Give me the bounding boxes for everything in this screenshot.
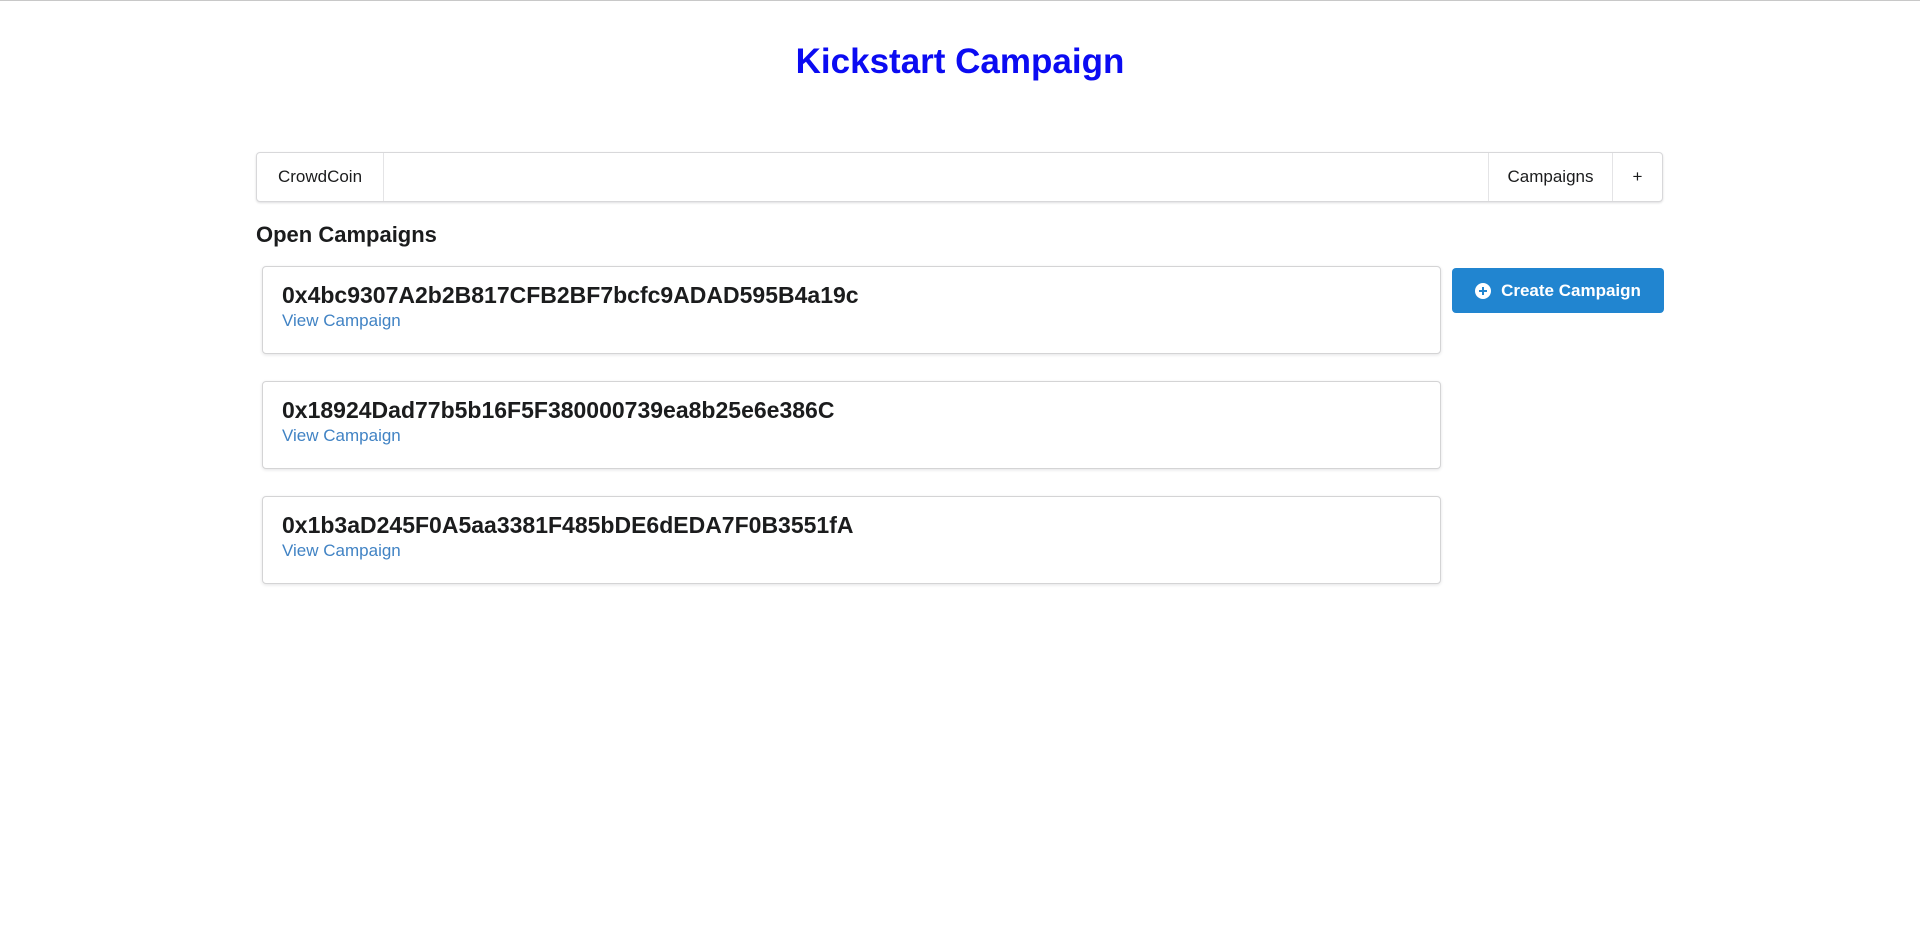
menu-item-add[interactable]: + bbox=[1612, 153, 1662, 201]
view-campaign-link[interactable]: View Campaign bbox=[282, 424, 401, 448]
campaign-card: 0x1b3aD245F0A5aa3381F485bDE6dEDA7F0B3551… bbox=[262, 496, 1441, 584]
campaign-list: 0x4bc9307A2b2B817CFB2BF7bcfc9ADAD595B4a1… bbox=[262, 266, 1441, 611]
top-border bbox=[0, 0, 1920, 1]
campaign-card: 0x18924Dad77b5b16F5F380000739ea8b25e6e38… bbox=[262, 381, 1441, 469]
campaign-address: 0x4bc9307A2b2B817CFB2BF7bcfc9ADAD595B4a1… bbox=[282, 282, 859, 308]
top-menu: CrowdCoin Campaigns + bbox=[256, 152, 1663, 202]
campaign-address: 0x18924Dad77b5b16F5F380000739ea8b25e6e38… bbox=[282, 397, 835, 423]
campaign-address: 0x1b3aD245F0A5aa3381F485bDE6dEDA7F0B3551… bbox=[282, 512, 854, 538]
page-title: Kickstart Campaign bbox=[795, 42, 1125, 81]
plus-circle-icon-vbar bbox=[1482, 286, 1485, 295]
view-campaign-link[interactable]: View Campaign bbox=[282, 309, 401, 333]
menu-item-crowdcoin[interactable]: CrowdCoin bbox=[257, 153, 384, 201]
section-title: Open Campaigns bbox=[256, 222, 437, 247]
create-campaign-label: Create Campaign bbox=[1501, 280, 1641, 300]
campaign-card: 0x4bc9307A2b2B817CFB2BF7bcfc9ADAD595B4a1… bbox=[262, 266, 1441, 354]
create-campaign-button[interactable]: Create Campaign bbox=[1452, 268, 1664, 313]
menu-item-campaigns[interactable]: Campaigns bbox=[1488, 153, 1612, 201]
plus-circle-icon bbox=[1475, 282, 1492, 299]
menu-spacer bbox=[384, 153, 1488, 201]
view-campaign-link[interactable]: View Campaign bbox=[282, 539, 401, 563]
